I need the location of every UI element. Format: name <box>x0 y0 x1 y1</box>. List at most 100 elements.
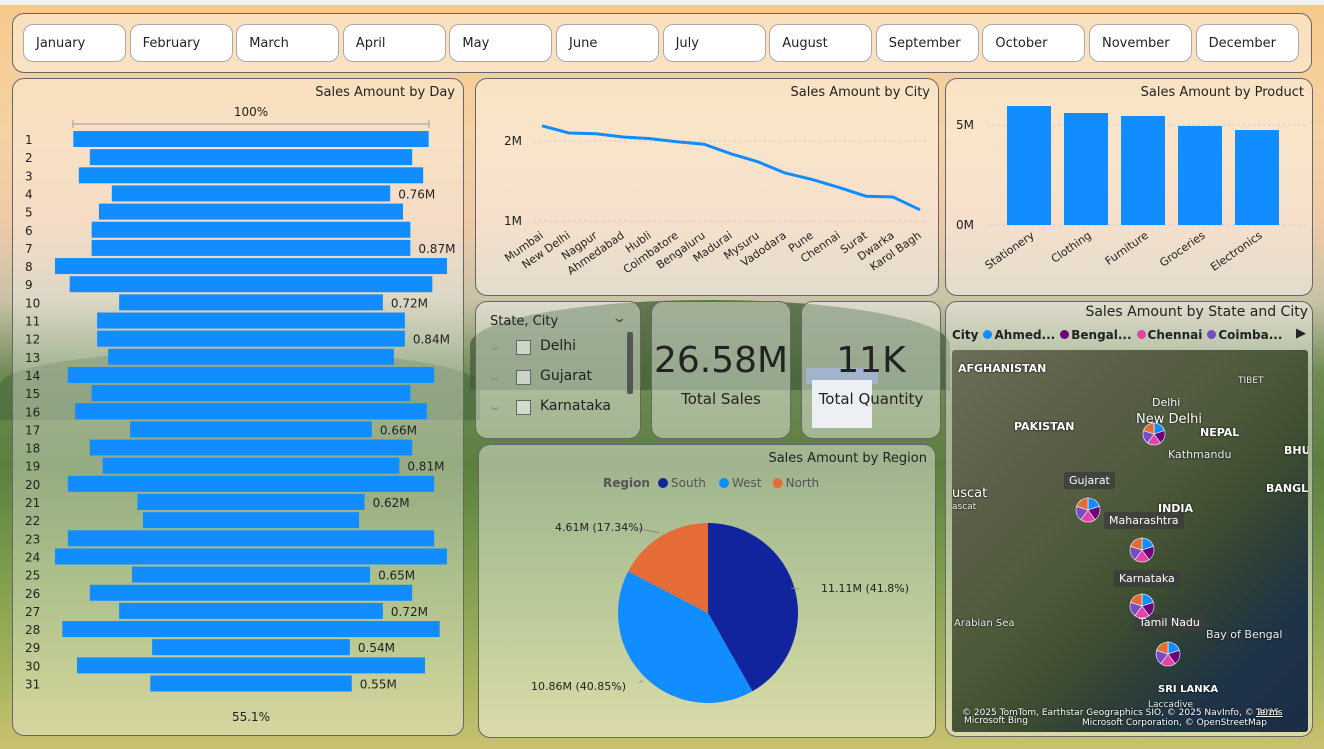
total-quantity-card: 11K Total Quantity <box>801 301 941 439</box>
month-button-april[interactable]: April <box>342 24 446 62</box>
city-chart-canvas: 1M2MMumbaiNew DelhiNagpurAhmedabadHubliC… <box>502 124 926 278</box>
region-leader-line <box>638 680 643 684</box>
day-data-label: 0.76M <box>398 187 435 201</box>
kpi-value: 11K <box>836 340 906 381</box>
day-tick-label: 12 <box>25 333 40 347</box>
month-button-february[interactable]: February <box>129 24 233 62</box>
kpi-label: Total Sales <box>681 390 761 408</box>
day-tick-label: 16 <box>25 405 40 419</box>
day-bar <box>111 185 391 202</box>
day-data-label: 0.81M <box>407 460 444 474</box>
slicer-item-gujarat[interactable]: ⌄ Gujarat <box>487 367 630 391</box>
city-y-tick: 2M <box>504 134 522 148</box>
day-bar <box>89 584 413 601</box>
region-chart-canvas: Region South West North 11.11M (41.8%) 10.86M… <box>531 476 909 703</box>
day-tick-label: 21 <box>25 496 40 510</box>
day-bar <box>152 639 350 656</box>
month-button-january[interactable]: January <box>23 24 126 62</box>
day-data-label: 0.84M <box>413 333 450 347</box>
sales-by-state-city-map[interactable]: Sales Amount by State and City City Ahmed… <box>945 301 1313 737</box>
day-data-label: 0.55M <box>360 678 397 692</box>
month-slicer: January February March April May June July Augu… <box>12 13 1312 73</box>
day-tick-label: 22 <box>25 514 40 528</box>
month-button-june[interactable]: June <box>556 24 659 62</box>
day-bar <box>91 221 411 238</box>
day-tick-label: 20 <box>25 478 40 492</box>
day-tick-label: 2 <box>25 151 33 165</box>
day-tick-label: 29 <box>25 641 40 655</box>
chevron-down-icon[interactable]: ⌄ <box>487 339 502 353</box>
legend-next-icon[interactable]: ▶ <box>1296 326 1306 341</box>
slicer-checkbox[interactable] <box>516 400 531 415</box>
region-legend-dot <box>719 478 729 488</box>
bing-logo-label: Microsoft Bing <box>964 716 1028 726</box>
chevron-down-icon[interactable]: ⌄ <box>487 399 502 413</box>
month-button-may[interactable]: May <box>449 24 553 62</box>
map-surface[interactable]: AFGHANISTAN PAKISTAN TIBET NEPAL Kathman… <box>952 350 1308 732</box>
day-data-label: 0.72M <box>391 605 428 619</box>
month-button-august[interactable]: August <box>769 24 873 62</box>
day-bar <box>75 403 427 420</box>
chart-title: Sales Amount by State and City <box>1085 304 1308 320</box>
day-tick-label: 1 <box>25 133 33 147</box>
day-data-label: 0.65M <box>378 569 415 583</box>
sales-by-product-chart[interactable]: Sales Amount by Product 0M 5M Stationery Cl… <box>945 78 1313 296</box>
product-y-tick: 0M <box>956 218 974 232</box>
day-bar <box>137 494 365 510</box>
day-tick-label: 25 <box>25 569 40 583</box>
slicer-checkbox[interactable] <box>516 340 531 355</box>
day-tick-label: 5 <box>25 206 33 220</box>
month-button-march[interactable]: March <box>236 24 340 62</box>
day-tick-label: 28 <box>25 623 40 637</box>
day-bar <box>119 294 383 311</box>
slicer-item-delhi[interactable]: ⌄ Delhi <box>487 337 630 361</box>
slicer-item-label: Gujarat <box>540 368 593 384</box>
ribbon-strip <box>0 0 1324 6</box>
slicer-item-label: Delhi <box>540 338 577 354</box>
region-data-label: 10.86M (40.85%) <box>531 680 626 693</box>
day-bar <box>55 258 447 275</box>
day-tick-label: 4 <box>25 187 33 201</box>
product-x-tick: Groceries <box>1157 229 1208 270</box>
day-bar <box>78 167 424 184</box>
day-bar <box>91 385 411 402</box>
day-bar <box>67 530 435 547</box>
day-bar <box>98 203 404 220</box>
day-bar <box>62 621 440 638</box>
region-legend-label: West <box>732 476 762 490</box>
month-button-october[interactable]: October <box>982 24 1086 62</box>
day-data-label: 0.87M <box>418 242 455 256</box>
day-tick-label: 10 <box>25 296 40 310</box>
legend-item: Coimba... <box>1218 328 1283 342</box>
product-chart-canvas: 0M 5M Stationery Clothing Furniture Groceries… <box>956 106 1308 274</box>
sales-by-city-chart[interactable]: Sales Amount by City 1M 2M Mumbai New Delhi… <box>475 78 939 296</box>
chevron-down-icon[interactable]: ⌄ <box>612 311 627 326</box>
city-y-tick: 1M <box>504 214 522 228</box>
product-bar <box>1121 116 1165 225</box>
day-bar <box>67 366 435 383</box>
day-tick-label: 15 <box>25 387 40 401</box>
product-x-tick: Electronics <box>1208 229 1265 274</box>
slicer-checkbox[interactable] <box>516 370 531 385</box>
month-button-july[interactable]: July <box>662 24 766 62</box>
day-chart-canvas: 100%1234 0.76M567 0.87M8910 0.72M1112 0.84M1… <box>25 105 455 724</box>
day-bar <box>97 312 405 329</box>
day-tick-label: 30 <box>25 659 40 673</box>
sales-by-region-chart[interactable]: Sales Amount by Region Region South West No… <box>478 444 936 738</box>
map-pie-markers <box>1075 422 1181 667</box>
month-button-september[interactable]: September <box>875 24 979 62</box>
month-button-december[interactable]: December <box>1195 24 1299 62</box>
region-legend-dot <box>772 478 783 488</box>
day-bar <box>102 457 400 474</box>
legend-item: Ahmed... <box>994 328 1056 342</box>
map-terms-link[interactable]: Terms <box>1256 708 1283 718</box>
day-bar <box>131 566 371 583</box>
month-button-november[interactable]: November <box>1089 24 1192 62</box>
total-sales-card: 26.58M Total Sales <box>651 301 791 439</box>
sales-by-day-chart[interactable]: Sales Amount by Day 100% 1 2 3 4 0.76M 5 6 7 0.87… <box>12 78 464 736</box>
slicer-item-karnataka[interactable]: ⌄ Karnataka <box>487 397 630 421</box>
bing-logo: Microsoft Bing <box>964 716 1028 726</box>
day-data-label: 0.62M <box>373 496 410 510</box>
chevron-down-icon[interactable]: ⌄ <box>487 369 502 383</box>
day-tick-label: 17 <box>25 423 40 437</box>
